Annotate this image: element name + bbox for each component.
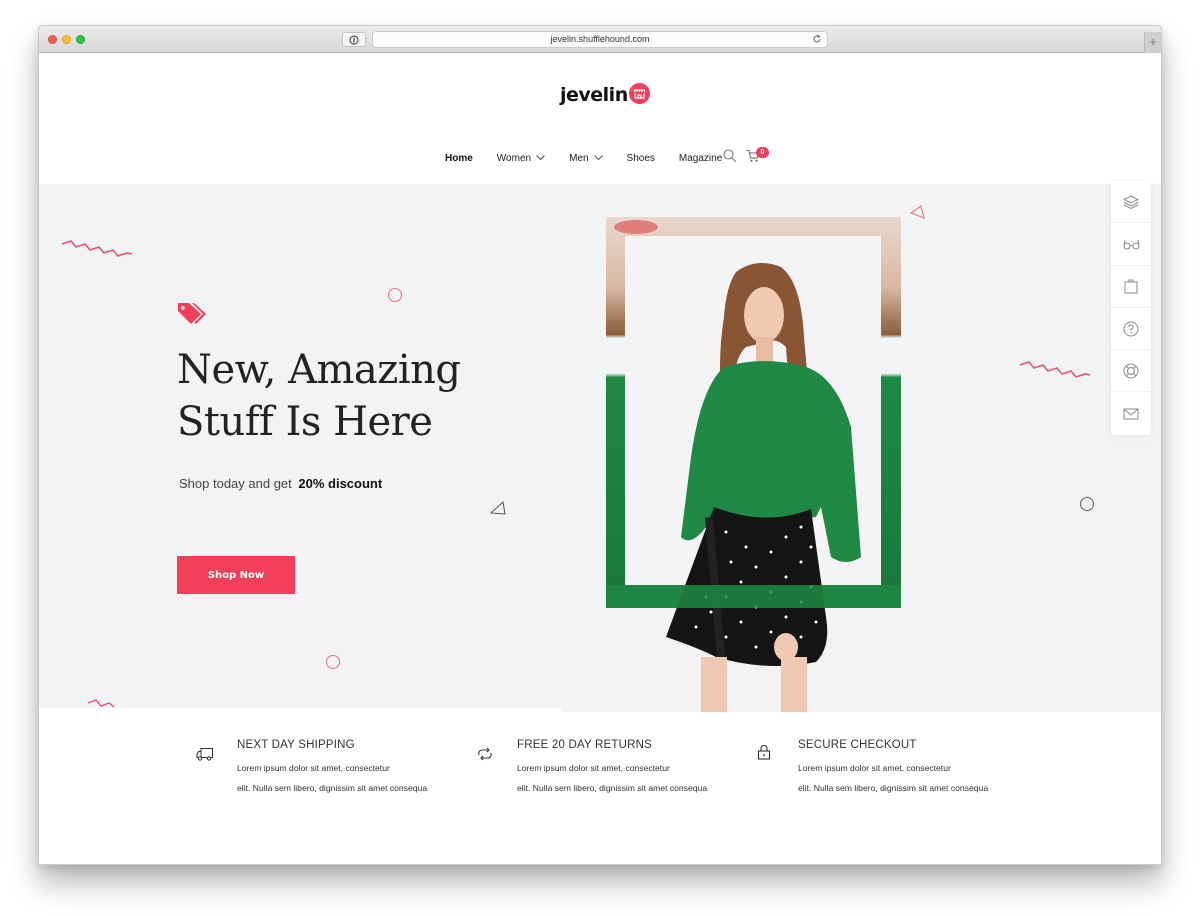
glasses-icon — [1123, 239, 1139, 250]
lock-icon — [757, 744, 771, 760]
hero-title: New, Amazing Stuff Is Here — [177, 347, 461, 445]
price-tag-icon — [178, 303, 206, 324]
browser-titlebar: jevelin.shufflehound.com + — [39, 26, 1161, 53]
cart-count-badge: 0 — [756, 147, 769, 158]
circle-decoration — [387, 287, 403, 303]
new-tab-button[interactable]: + — [1144, 32, 1161, 53]
hero-product-image — [606, 217, 901, 712]
nav-item-men[interactable]: Men — [569, 153, 603, 164]
discount-highlight: 20% discount — [298, 476, 383, 491]
feature-title: SECURE CHECKOUT — [798, 739, 917, 751]
tool-preview-button[interactable] — [1111, 223, 1151, 266]
tool-purchase-button[interactable] — [1111, 266, 1151, 308]
logo-store-icon — [628, 82, 650, 104]
model-illustration — [606, 220, 901, 712]
feature-description: Lorem ipsum dolor sit amet, consectetur — [798, 763, 951, 773]
site-logo[interactable]: jevelin — [560, 80, 650, 110]
maximize-window-button[interactable] — [76, 35, 85, 44]
feature-description: Lorem ipsum dolor sit amet, consectetur — [517, 763, 670, 773]
nav-item-shoes[interactable]: Shoes — [627, 153, 655, 164]
shop-now-button[interactable]: Shop Now — [177, 556, 295, 594]
tool-layers-button[interactable] — [1111, 181, 1151, 224]
nav-item-home[interactable]: Home — [445, 153, 473, 164]
logo-text: jevelin — [560, 84, 628, 106]
demo-tool-rail — [1111, 181, 1151, 435]
chevron-down-icon — [593, 155, 603, 161]
feature-description: Lorem ipsum dolor sit amet, consectetur — [237, 763, 390, 773]
close-window-button[interactable] — [48, 35, 57, 44]
hero-subtitle: Shop today and get 20% discount — [179, 476, 383, 491]
feature-description: elit. Nulla sem libero, dignissim sit am… — [517, 783, 708, 793]
privacy-report-button[interactable] — [342, 32, 366, 47]
feature-title: FREE 20 DAY RETURNS — [517, 739, 653, 751]
layers-icon — [1123, 195, 1139, 209]
circle-decoration — [325, 654, 341, 670]
truck-icon — [196, 748, 213, 761]
nav-item-women[interactable]: Women — [497, 153, 545, 164]
main-nav: Home Women Men Shoes Magazine — [445, 149, 746, 167]
triangle-decoration — [909, 205, 925, 219]
circle-decoration — [1079, 496, 1095, 512]
address-bar[interactable]: jevelin.shufflehound.com — [372, 31, 828, 48]
zigzag-decoration — [1019, 361, 1091, 378]
lifebuoy-icon — [1123, 363, 1139, 379]
shopping-bag-icon — [1124, 279, 1138, 294]
search-icon[interactable] — [723, 149, 737, 163]
tool-contact-button[interactable] — [1111, 392, 1151, 434]
minimize-window-button[interactable] — [62, 35, 71, 44]
hero-bottom-edge — [39, 708, 561, 712]
page-content: jevelin Home Women Men Shoes Magazine 0 — [39, 53, 1161, 864]
triangle-decoration — [489, 501, 506, 515]
feature-title: NEXT DAY SHIPPING — [237, 739, 355, 751]
tool-support-button[interactable] — [1111, 350, 1151, 393]
reload-icon[interactable] — [812, 34, 822, 44]
refresh-icon — [478, 747, 492, 761]
tool-help-button[interactable] — [1111, 308, 1151, 351]
url-text: jevelin.shufflehound.com — [550, 34, 650, 44]
mail-icon — [1123, 408, 1139, 420]
feature-description: elit. Nulla sem libero, dignissim sit am… — [237, 783, 428, 793]
shield-icon — [349, 34, 359, 45]
feature-description: elit. Nulla sem libero, dignissim sit am… — [798, 783, 989, 793]
chevron-down-icon — [536, 155, 545, 161]
hero-section: New, Amazing Stuff Is Here Shop today an… — [39, 184, 1161, 712]
browser-window: jevelin.shufflehound.com + jevelin Home … — [38, 25, 1162, 865]
nav-item-magazine[interactable]: Magazine — [679, 153, 722, 164]
zigzag-decoration — [61, 240, 133, 257]
help-icon — [1123, 321, 1139, 337]
